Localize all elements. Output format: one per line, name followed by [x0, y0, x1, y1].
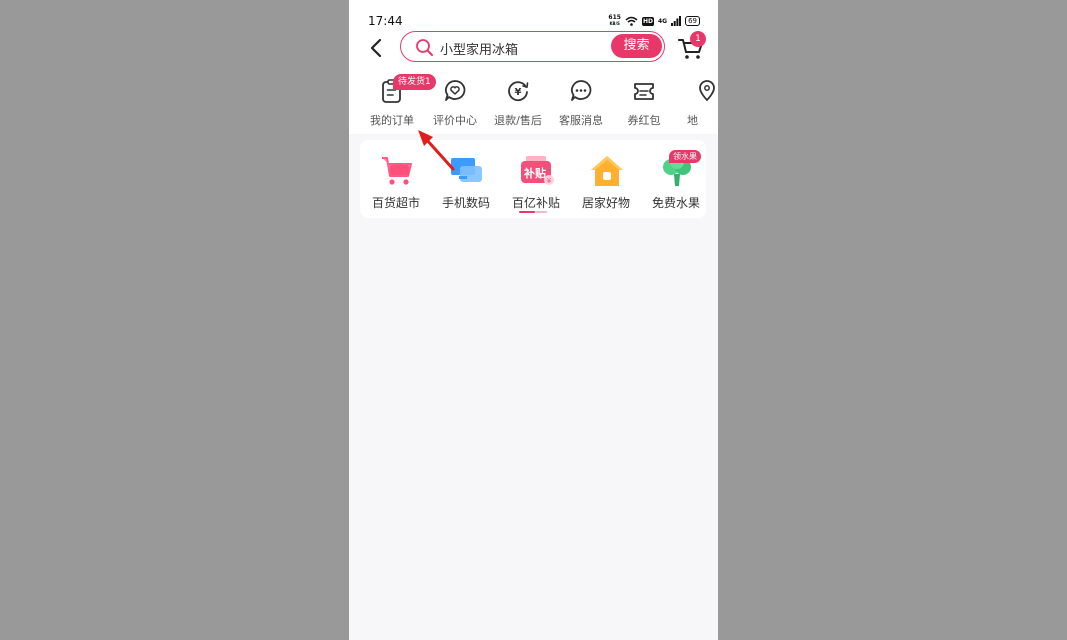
- phone-screen: 17:44 615 KB/S HD 4G 69 小型家用冰箱 搜索 1 我的订单…: [349, 0, 718, 640]
- annotation-arrow-icon: [418, 130, 455, 171]
